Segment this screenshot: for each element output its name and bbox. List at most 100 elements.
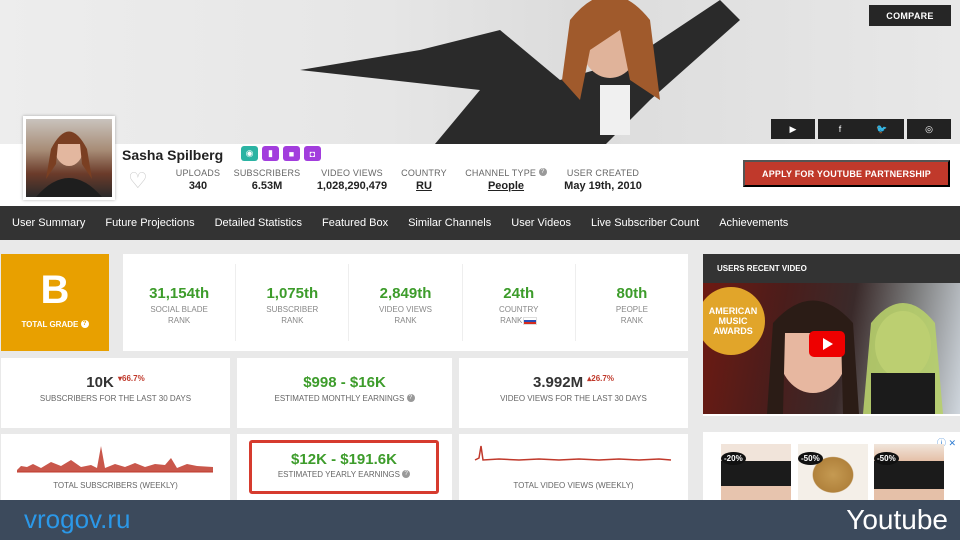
created-label: USER CREATED (566, 168, 640, 178)
uploads-label: UPLOADS (175, 168, 221, 178)
gift-icon[interactable]: ◘ (304, 146, 321, 161)
site-watermark: vrogov.ru (24, 504, 131, 534)
channel-type-link[interactable]: People (460, 180, 552, 192)
ranks-card: 31,154th SOCIAL BLADE RANK 1,075th SUBSCR… (123, 254, 688, 351)
thumbnail-caption: AMERICAN MUSIC AWARDS (708, 306, 758, 336)
yearly-earnings-highlight: $12K - $191.6K ESTIMATED YEARLY EARNINGS… (249, 440, 439, 494)
rank-social-blade: 31,154th SOCIAL BLADE RANK (123, 264, 237, 341)
ad-discount-badge: -20% (721, 452, 746, 465)
eye-icon[interactable]: ◉ (241, 146, 258, 161)
channel-type-stat: CHANNEL TYPE ? People (460, 168, 552, 192)
recent-video-panel: USERS RECENT VIDEO AMERICAN MUSIC AWARDS (703, 254, 960, 416)
views-30-label: VIDEO VIEWS FOR THE LAST 30 DAYS (500, 394, 647, 403)
rank-label: SOCIAL BLADE (150, 305, 208, 314)
rank-value: 1,075th (266, 285, 319, 302)
nav-featured-box[interactable]: Featured Box (312, 206, 398, 240)
play-icon[interactable] (809, 331, 845, 357)
ad-discount-badge: -50% (798, 452, 823, 465)
nav-similar-channels[interactable]: Similar Channels (398, 206, 501, 240)
created-stat: USER CREATED May 19th, 2010 (560, 168, 646, 192)
views-change: ▴26.7% (587, 374, 614, 383)
badge-row: ◉ ▮ ■ ◘ (241, 146, 321, 161)
ad-item[interactable]: -20% (721, 444, 791, 500)
main-nav: User Summary Future Projections Detailed… (0, 206, 960, 240)
subscribers-label: SUBSCRIBERS (233, 168, 301, 178)
rank-label: RANK (500, 315, 523, 325)
country-stat: COUNTRY RU (398, 168, 450, 192)
total-grade-box: B TOTAL GRADE ? (1, 254, 109, 351)
yearly-earnings-label: ESTIMATED YEARLY EARNINGS (277, 470, 400, 479)
help-icon[interactable]: ? (538, 168, 547, 176)
country-label: COUNTRY (401, 168, 447, 178)
views-30-value: 3.992M (533, 374, 584, 391)
rank-label: RANK (167, 315, 191, 325)
rank-label: RANK (620, 315, 644, 325)
banner-photo (300, 0, 740, 144)
channel-banner: COMPARE ▶ f 🐦 ◎ (0, 0, 960, 144)
views-30-days-card: 3.992M ▴26.7% VIDEO VIEWS FOR THE LAST 3… (459, 358, 688, 428)
views-value: 1,028,290,479 (316, 180, 388, 192)
views-weekly-card: TOTAL VIDEO VIEWS (WEEKLY) (459, 434, 688, 500)
rank-value: 24th (503, 285, 535, 302)
views-stat: VIDEO VIEWS 1,028,290,479 (310, 168, 394, 192)
help-icon[interactable]: ? (80, 320, 89, 328)
channel-type-label: CHANNEL TYPE ? (460, 168, 552, 178)
subscribers-change: ▾66.7% (118, 374, 145, 383)
recent-video-thumbnail[interactable]: AMERICAN MUSIC AWARDS (703, 283, 960, 414)
apply-partnership-button[interactable]: APPLY FOR YOUTUBE PARTNERSHIP (743, 160, 950, 187)
subscribers-30-days-card: 10K ▾66.7% SUBSCRIBERS FOR THE LAST 30 D… (1, 358, 230, 428)
ad-discount-badge: -50% (874, 452, 899, 465)
rank-label: SUBSCRIBER (266, 305, 319, 314)
ad-item[interactable]: -50% (874, 444, 944, 500)
subscribers-stat: SUBSCRIBERS 6.53M (232, 168, 302, 192)
views-sparkline (474, 445, 672, 461)
avatar-photo (36, 131, 102, 197)
recent-video-heading: USERS RECENT VIDEO (703, 254, 960, 283)
ad-panel: ⓘ ✕ -20% -50% -50% (703, 432, 960, 502)
youtube-icon[interactable]: ▶ (771, 119, 815, 139)
favorite-heart-icon[interactable]: ♡ (128, 168, 148, 194)
help-icon[interactable]: ? (402, 470, 411, 478)
video-icon[interactable]: ■ (283, 146, 300, 161)
channel-name: Sasha Spilberg (122, 147, 224, 163)
views-weekly-label: TOTAL VIDEO VIEWS (WEEKLY) (513, 481, 634, 490)
nav-future-projections[interactable]: Future Projections (95, 206, 204, 240)
facebook-icon[interactable]: f (818, 119, 862, 139)
subscribers-30-label: SUBSCRIBERS FOR THE LAST 30 DAYS (39, 394, 192, 403)
help-icon[interactable]: ? (406, 394, 415, 402)
rank-value: 80th (616, 285, 648, 302)
rank-label: RANK (281, 315, 304, 325)
nav-achievements[interactable]: Achievements (709, 206, 798, 240)
monthly-earnings-value: $998 - $16K (303, 374, 386, 391)
footer-bar: vrogov.ru Youtube (0, 500, 960, 540)
subscribers-weekly-card: TOTAL SUBSCRIBERS (WEEKLY) (1, 434, 230, 500)
country-link[interactable]: RU (398, 180, 450, 192)
instagram-icon[interactable]: ◎ (907, 119, 951, 139)
rank-label: RANK (394, 315, 417, 325)
nav-user-summary[interactable]: User Summary (2, 206, 95, 240)
yearly-earnings-card: $12K - $191.6K ESTIMATED YEARLY EARNINGS… (237, 434, 452, 500)
twitter-icon[interactable]: 🐦 (860, 119, 904, 139)
monthly-earnings-label: ESTIMATED MONTHLY EARNINGS (274, 394, 405, 403)
rank-label: COUNTRY (499, 305, 539, 314)
grade-label: TOTAL GRADE ? (1, 320, 109, 329)
rank-value: 2,849th (379, 285, 432, 302)
nav-detailed-statistics[interactable]: Detailed Statistics (205, 206, 312, 240)
nav-user-videos[interactable]: User Videos (501, 206, 581, 240)
yearly-earnings-value: $12K - $191.6K (291, 451, 397, 468)
rank-country: 24th COUNTRY RANK (463, 264, 576, 341)
subscribers-sparkline (17, 446, 213, 473)
compare-button[interactable]: COMPARE (869, 5, 951, 26)
platform-label: Youtube (846, 504, 948, 535)
subscribers-30-value: 10K (86, 374, 114, 391)
stats-icon[interactable]: ▮ (262, 146, 279, 161)
nav-live-subscriber-count[interactable]: Live Subscriber Count (581, 206, 709, 240)
created-value: May 19th, 2010 (564, 180, 642, 192)
ad-item[interactable]: -50% (798, 444, 868, 500)
uploads-stat: UPLOADS 340 (170, 168, 226, 192)
subscribers-weekly-label: TOTAL SUBSCRIBERS (WEEKLY) (53, 481, 178, 490)
russia-flag-icon (523, 316, 538, 325)
uploads-value: 340 (188, 180, 208, 192)
rank-subscriber: 1,075th SUBSCRIBER RANK (236, 264, 350, 341)
views-label: VIDEO VIEWS (321, 168, 383, 178)
